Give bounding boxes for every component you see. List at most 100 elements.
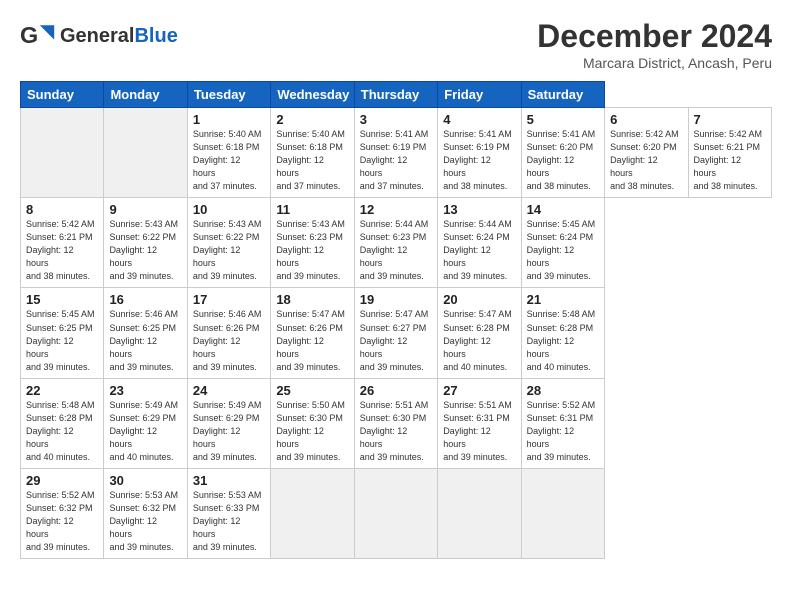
table-cell: 28Sunrise: 5:52 AM Sunset: 6:31 PM Dayli… — [521, 378, 604, 468]
day-number: 22 — [26, 383, 98, 398]
day-info: Sunrise: 5:42 AM Sunset: 6:20 PM Dayligh… — [610, 128, 682, 193]
day-info: Sunrise: 5:42 AM Sunset: 6:21 PM Dayligh… — [26, 218, 98, 283]
week-row-5: 29Sunrise: 5:52 AM Sunset: 6:32 PM Dayli… — [21, 468, 772, 558]
table-cell: 17Sunrise: 5:46 AM Sunset: 6:26 PM Dayli… — [187, 288, 270, 378]
header-row: Sunday Monday Tuesday Wednesday Thursday… — [21, 82, 772, 108]
day-number: 28 — [527, 383, 599, 398]
table-cell: 29Sunrise: 5:52 AM Sunset: 6:32 PM Dayli… — [21, 468, 104, 558]
table-cell: 7Sunrise: 5:42 AM Sunset: 6:21 PM Daylig… — [688, 108, 772, 198]
day-info: Sunrise: 5:41 AM Sunset: 6:19 PM Dayligh… — [443, 128, 515, 193]
table-cell: 9Sunrise: 5:43 AM Sunset: 6:22 PM Daylig… — [104, 198, 187, 288]
week-row-2: 8Sunrise: 5:42 AM Sunset: 6:21 PM Daylig… — [21, 198, 772, 288]
day-number: 23 — [109, 383, 181, 398]
month-title: December 2024 — [537, 18, 772, 55]
day-info: Sunrise: 5:45 AM Sunset: 6:24 PM Dayligh… — [527, 218, 599, 283]
day-number: 9 — [109, 202, 181, 217]
svg-text:G: G — [20, 22, 38, 48]
day-number: 17 — [193, 292, 265, 307]
table-cell: 3Sunrise: 5:41 AM Sunset: 6:19 PM Daylig… — [354, 108, 437, 198]
day-number: 14 — [527, 202, 599, 217]
day-number: 27 — [443, 383, 515, 398]
day-number: 7 — [694, 112, 767, 127]
day-number: 1 — [193, 112, 265, 127]
day-info: Sunrise: 5:47 AM Sunset: 6:26 PM Dayligh… — [276, 308, 348, 373]
day-number: 15 — [26, 292, 98, 307]
day-number: 31 — [193, 473, 265, 488]
day-info: Sunrise: 5:48 AM Sunset: 6:28 PM Dayligh… — [26, 399, 98, 464]
day-info: Sunrise: 5:53 AM Sunset: 6:33 PM Dayligh… — [193, 489, 265, 554]
table-cell: 15Sunrise: 5:45 AM Sunset: 6:25 PM Dayli… — [21, 288, 104, 378]
col-wednesday: Wednesday — [271, 82, 354, 108]
day-number: 3 — [360, 112, 432, 127]
day-number: 8 — [26, 202, 98, 217]
table-cell — [354, 468, 437, 558]
day-info: Sunrise: 5:51 AM Sunset: 6:30 PM Dayligh… — [360, 399, 432, 464]
header: G GeneralBlue December 2024 Marcara Dist… — [20, 18, 772, 71]
day-info: Sunrise: 5:52 AM Sunset: 6:32 PM Dayligh… — [26, 489, 98, 554]
day-number: 21 — [527, 292, 599, 307]
col-friday: Friday — [438, 82, 521, 108]
day-number: 6 — [610, 112, 682, 127]
day-info: Sunrise: 5:43 AM Sunset: 6:22 PM Dayligh… — [109, 218, 181, 283]
week-row-4: 22Sunrise: 5:48 AM Sunset: 6:28 PM Dayli… — [21, 378, 772, 468]
day-info: Sunrise: 5:43 AM Sunset: 6:23 PM Dayligh… — [276, 218, 348, 283]
day-info: Sunrise: 5:50 AM Sunset: 6:30 PM Dayligh… — [276, 399, 348, 464]
logo: G GeneralBlue — [20, 18, 178, 54]
day-number: 13 — [443, 202, 515, 217]
table-cell — [521, 468, 604, 558]
day-info: Sunrise: 5:45 AM Sunset: 6:25 PM Dayligh… — [26, 308, 98, 373]
day-info: Sunrise: 5:40 AM Sunset: 6:18 PM Dayligh… — [276, 128, 348, 193]
table-cell: 23Sunrise: 5:49 AM Sunset: 6:29 PM Dayli… — [104, 378, 187, 468]
table-cell: 4Sunrise: 5:41 AM Sunset: 6:19 PM Daylig… — [438, 108, 521, 198]
day-info: Sunrise: 5:41 AM Sunset: 6:19 PM Dayligh… — [360, 128, 432, 193]
day-info: Sunrise: 5:41 AM Sunset: 6:20 PM Dayligh… — [527, 128, 599, 193]
table-cell: 13Sunrise: 5:44 AM Sunset: 6:24 PM Dayli… — [438, 198, 521, 288]
table-cell: 5Sunrise: 5:41 AM Sunset: 6:20 PM Daylig… — [521, 108, 604, 198]
logo-icon: G — [20, 18, 56, 54]
title-area: December 2024 Marcara District, Ancash, … — [537, 18, 772, 71]
day-number: 30 — [109, 473, 181, 488]
location: Marcara District, Ancash, Peru — [537, 55, 772, 71]
calendar-page: G GeneralBlue December 2024 Marcara Dist… — [0, 0, 792, 612]
day-info: Sunrise: 5:44 AM Sunset: 6:23 PM Dayligh… — [360, 218, 432, 283]
logo-general: General — [60, 25, 134, 47]
col-thursday: Thursday — [354, 82, 437, 108]
table-cell: 1Sunrise: 5:40 AM Sunset: 6:18 PM Daylig… — [187, 108, 270, 198]
table-cell — [438, 468, 521, 558]
day-number: 12 — [360, 202, 432, 217]
table-cell — [21, 108, 104, 198]
day-number: 26 — [360, 383, 432, 398]
table-cell — [271, 468, 354, 558]
col-monday: Monday — [104, 82, 187, 108]
calendar-table: Sunday Monday Tuesday Wednesday Thursday… — [20, 81, 772, 559]
table-cell: 21Sunrise: 5:48 AM Sunset: 6:28 PM Dayli… — [521, 288, 604, 378]
day-number: 16 — [109, 292, 181, 307]
day-info: Sunrise: 5:49 AM Sunset: 6:29 PM Dayligh… — [109, 399, 181, 464]
table-cell: 26Sunrise: 5:51 AM Sunset: 6:30 PM Dayli… — [354, 378, 437, 468]
col-tuesday: Tuesday — [187, 82, 270, 108]
day-number: 18 — [276, 292, 348, 307]
day-info: Sunrise: 5:53 AM Sunset: 6:32 PM Dayligh… — [109, 489, 181, 554]
table-cell: 30Sunrise: 5:53 AM Sunset: 6:32 PM Dayli… — [104, 468, 187, 558]
table-cell: 6Sunrise: 5:42 AM Sunset: 6:20 PM Daylig… — [605, 108, 688, 198]
table-cell: 14Sunrise: 5:45 AM Sunset: 6:24 PM Dayli… — [521, 198, 604, 288]
day-number: 24 — [193, 383, 265, 398]
day-info: Sunrise: 5:49 AM Sunset: 6:29 PM Dayligh… — [193, 399, 265, 464]
week-row-3: 15Sunrise: 5:45 AM Sunset: 6:25 PM Dayli… — [21, 288, 772, 378]
day-info: Sunrise: 5:51 AM Sunset: 6:31 PM Dayligh… — [443, 399, 515, 464]
col-sunday: Sunday — [21, 82, 104, 108]
day-number: 11 — [276, 202, 348, 217]
day-info: Sunrise: 5:43 AM Sunset: 6:22 PM Dayligh… — [193, 218, 265, 283]
table-cell: 18Sunrise: 5:47 AM Sunset: 6:26 PM Dayli… — [271, 288, 354, 378]
table-cell: 22Sunrise: 5:48 AM Sunset: 6:28 PM Dayli… — [21, 378, 104, 468]
day-info: Sunrise: 5:47 AM Sunset: 6:27 PM Dayligh… — [360, 308, 432, 373]
day-info: Sunrise: 5:40 AM Sunset: 6:18 PM Dayligh… — [193, 128, 265, 193]
table-cell: 8Sunrise: 5:42 AM Sunset: 6:21 PM Daylig… — [21, 198, 104, 288]
table-cell: 20Sunrise: 5:47 AM Sunset: 6:28 PM Dayli… — [438, 288, 521, 378]
table-cell: 10Sunrise: 5:43 AM Sunset: 6:22 PM Dayli… — [187, 198, 270, 288]
table-cell: 19Sunrise: 5:47 AM Sunset: 6:27 PM Dayli… — [354, 288, 437, 378]
day-info: Sunrise: 5:47 AM Sunset: 6:28 PM Dayligh… — [443, 308, 515, 373]
table-cell: 11Sunrise: 5:43 AM Sunset: 6:23 PM Dayli… — [271, 198, 354, 288]
day-info: Sunrise: 5:52 AM Sunset: 6:31 PM Dayligh… — [527, 399, 599, 464]
table-cell: 12Sunrise: 5:44 AM Sunset: 6:23 PM Dayli… — [354, 198, 437, 288]
